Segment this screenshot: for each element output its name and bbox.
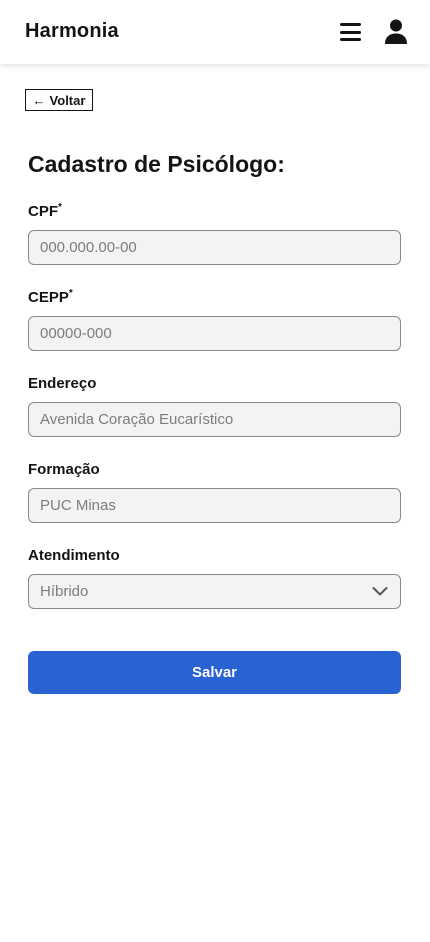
cepp-label: CEPP* [28,288,73,306]
required-mark: * [58,202,62,213]
formacao-input[interactable] [28,488,401,523]
atendimento-label: Atendimento [28,547,120,564]
required-mark: * [68,288,73,299]
cpf-label-text: CPF [28,203,58,220]
cpf-label: CPF* [28,202,62,220]
save-button[interactable]: Salvar [28,651,401,694]
back-button[interactable]: ← Voltar [25,89,93,111]
endereco-label: Endereço [28,375,97,392]
top-bar: Harmonia [0,0,430,64]
cepp-label-text: CEPP [28,289,69,306]
endereco-input[interactable] [28,402,401,437]
arrow-left-icon: ← [32,92,46,108]
cpf-input[interactable] [28,230,401,265]
back-button-label: Voltar [49,92,86,108]
atendimento-select[interactable]: Híbrido [28,574,401,609]
hamburger-menu-icon[interactable] [338,20,363,44]
chevron-down-icon [372,587,388,596]
user-icon[interactable] [382,18,410,46]
atendimento-selected-value: Híbrido [40,583,89,600]
page-title: Cadastro de Psicólogo: [28,151,285,177]
formacao-label: Formação [28,461,100,478]
brand-logo[interactable]: Harmonia [25,20,119,43]
cepp-input[interactable] [28,316,401,351]
